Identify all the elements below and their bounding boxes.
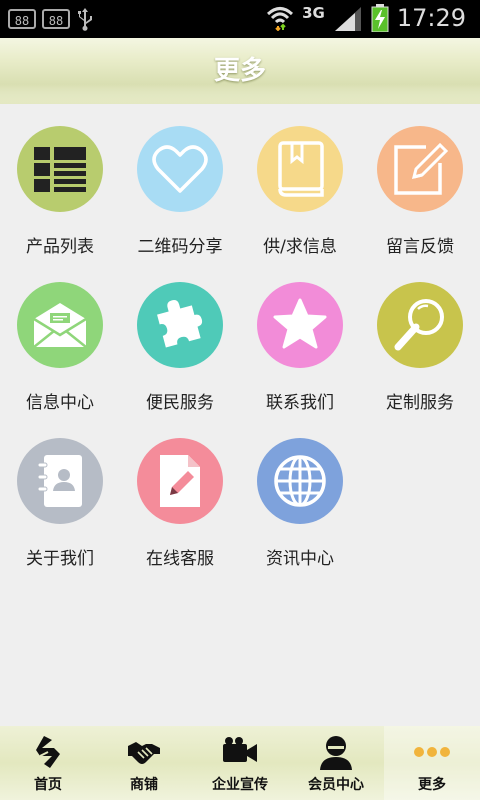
tab-more[interactable]: 更多: [384, 726, 480, 800]
grid-item-convenience[interactable]: 便民服务: [120, 260, 240, 416]
edit-icon: [394, 142, 449, 195]
home-logo-icon: [36, 736, 60, 768]
tab-company-promo[interactable]: 企业宣传: [192, 726, 288, 800]
video-camera-icon: [223, 737, 257, 762]
qr-share-circle: [137, 126, 223, 212]
status-left-icons: 88 88: [8, 7, 94, 31]
book-icon: [278, 141, 324, 197]
grid-item-label: 信息中心: [26, 393, 94, 413]
product-list-circle: [17, 126, 103, 212]
tab-shops[interactable]: 商铺: [96, 726, 192, 800]
tab-home[interactable]: 首页: [0, 726, 96, 800]
page-title: 更多: [213, 56, 266, 86]
contact-book-icon: [37, 455, 82, 507]
about-us-circle: [17, 438, 103, 524]
mail-icon: [33, 303, 87, 348]
puzzle-icon: [157, 300, 203, 348]
tab-label: 首页: [34, 777, 62, 793]
contact-us-circle: [257, 282, 343, 368]
grid-item-label: 联系我们: [266, 393, 334, 413]
page-header: 更多: [0, 38, 480, 104]
network-type: 3G: [302, 4, 325, 22]
online-service-circle: [137, 438, 223, 524]
grid-item-product-list[interactable]: 产品列表: [0, 104, 120, 260]
grid-item-label: 定制服务: [386, 393, 454, 413]
heart-icon: [152, 145, 208, 193]
feedback-circle: [377, 126, 463, 212]
status-right-icons: 3G 17:29: [266, 4, 466, 32]
grid-item-custom-service[interactable]: 定制服务: [360, 260, 480, 416]
grid-item-feedback[interactable]: 留言反馈: [360, 104, 480, 260]
grid-item-label: 便民服务: [146, 393, 214, 413]
tab-member-center[interactable]: 会员中心: [288, 726, 384, 800]
signal-icon: [334, 7, 361, 31]
clock: 17:29: [396, 4, 466, 32]
globe-icon: [274, 455, 326, 507]
info-center-circle: [17, 282, 103, 368]
tab-label: 商铺: [130, 777, 158, 793]
tab-label: 更多: [418, 777, 446, 793]
supply-demand-circle: [257, 126, 343, 212]
grid-item-label: 二维码分享: [137, 237, 223, 257]
battery-charging-icon: [371, 4, 389, 32]
convenience-circle: [137, 282, 223, 368]
document-pen-icon: [160, 455, 200, 507]
grid-item-label: 留言反馈: [386, 237, 454, 257]
grid-item-label: 资讯中心: [266, 549, 334, 569]
grid-item-info-center[interactable]: 信息中心: [0, 260, 120, 416]
tab-label: 企业宣传: [212, 777, 268, 793]
star-icon: [273, 298, 327, 349]
magnifier-icon: [394, 299, 444, 351]
more-dots-icon: [414, 747, 450, 757]
list-icon: [34, 147, 86, 192]
user-icon: [320, 736, 352, 770]
grid-item-online-service[interactable]: 在线客服: [120, 416, 240, 572]
bottom-tab-bar: 首页 商铺 企业宣传 会员中心 更多: [0, 726, 480, 800]
news-center-circle: [257, 438, 343, 524]
grid-item-label: 产品列表: [26, 237, 94, 257]
grid-item-label: 关于我们: [26, 549, 94, 569]
wifi-icon: [267, 7, 294, 31]
custom-service-circle: [377, 282, 463, 368]
notification-icon: 88: [42, 9, 70, 29]
grid-item-label: 在线客服: [146, 549, 214, 569]
status-bar: 88 88 3G 17:29: [0, 0, 480, 38]
grid-item-about-us[interactable]: 关于我们: [0, 416, 120, 572]
grid-item-contact-us[interactable]: 联系我们: [240, 260, 360, 416]
handshake-icon: [128, 742, 160, 764]
notification-icon: 88: [8, 9, 36, 29]
grid-item-qr-share[interactable]: 二维码分享: [120, 104, 240, 260]
grid-item-label: 供/求信息: [263, 237, 337, 257]
grid-item-news-center[interactable]: 资讯中心: [240, 416, 360, 572]
usb-icon: [78, 8, 92, 31]
grid-item-supply-demand[interactable]: 供/求信息: [240, 104, 360, 260]
tab-label: 会员中心: [308, 777, 364, 793]
